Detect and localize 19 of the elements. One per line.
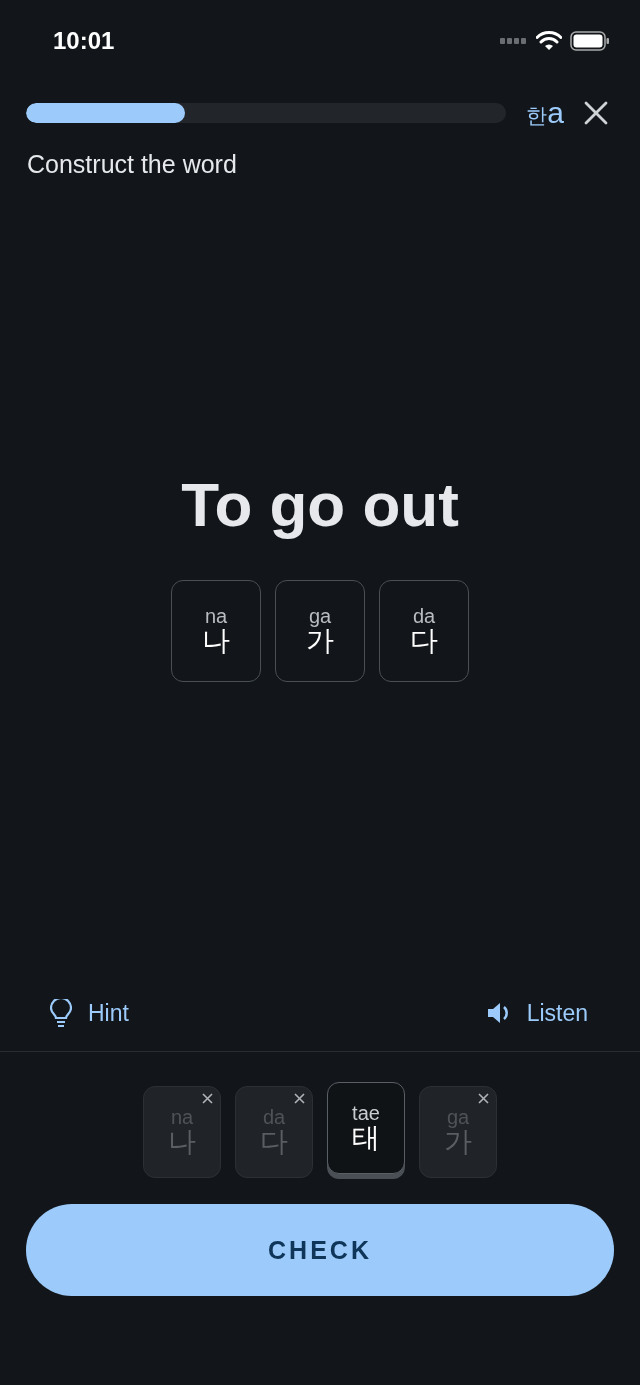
instruction-text: Construct the word (26, 149, 238, 179)
remove-icon (294, 1093, 305, 1104)
answer-tile[interactable]: da 다 (379, 580, 469, 682)
hint-button[interactable]: Hint (50, 999, 129, 1027)
remove-icon (202, 1093, 213, 1104)
answer-tile[interactable]: ga 가 (275, 580, 365, 682)
remove-icon (478, 1093, 489, 1104)
status-time: 10:01 (53, 27, 115, 55)
close-button[interactable] (584, 101, 608, 125)
script-toggle[interactable]: 한a (526, 96, 564, 130)
listen-button[interactable]: Listen (486, 999, 588, 1027)
battery-icon (570, 31, 610, 51)
check-button[interactable]: CHECK (26, 1204, 614, 1296)
wifi-icon (536, 31, 562, 51)
speaker-icon (486, 1002, 511, 1024)
lightbulb-icon (50, 999, 72, 1027)
answer-tile[interactable]: na 나 (171, 580, 261, 682)
prompt-text: To go out (180, 469, 460, 540)
signal-icon (500, 38, 528, 44)
